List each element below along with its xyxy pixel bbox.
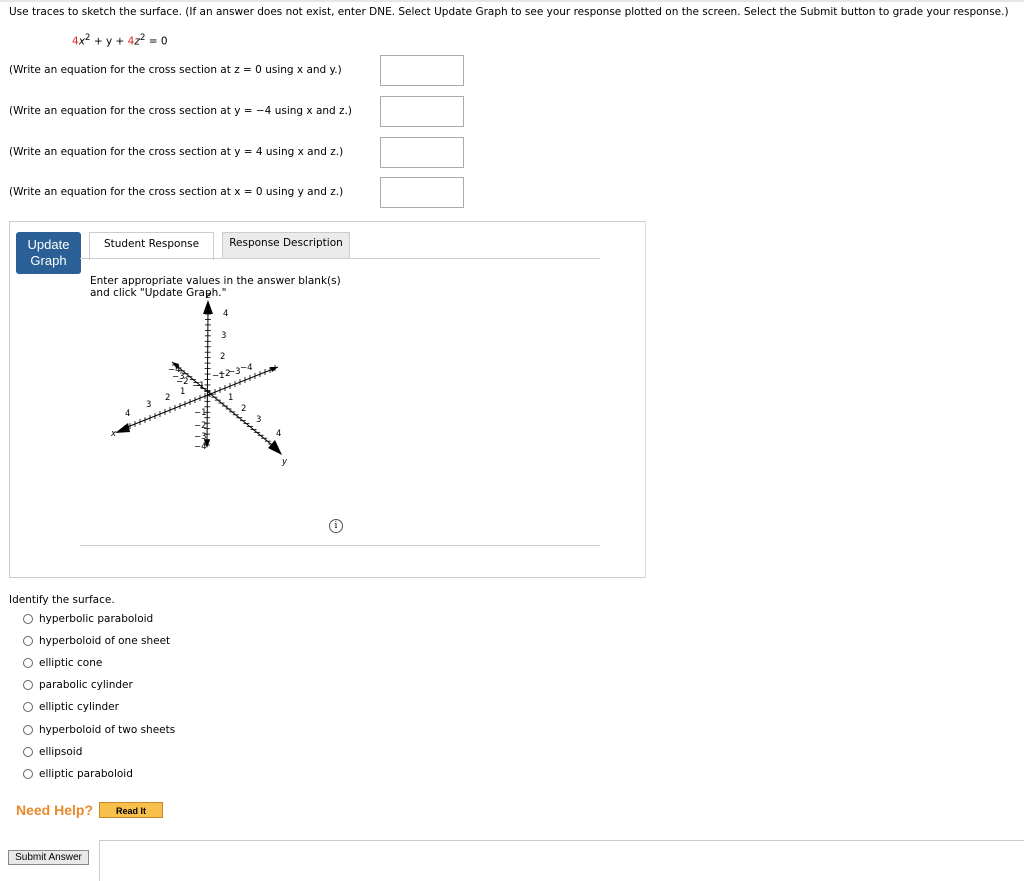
svg-text:3: 3 — [221, 331, 226, 341]
update-graph-button[interactable]: Update Graph — [16, 232, 81, 274]
answer-input-3[interactable] — [380, 137, 464, 168]
answer-input-2[interactable] — [380, 96, 464, 127]
svg-text:−1: −1 — [194, 408, 207, 418]
radio-button[interactable] — [23, 680, 33, 691]
radio-option[interactable]: elliptic cylinder — [23, 701, 119, 713]
read-it-button[interactable]: Read It — [99, 802, 163, 818]
answer-input-4[interactable] — [380, 177, 464, 208]
svg-text:4: 4 — [276, 429, 281, 439]
svg-text:−2: −2 — [194, 421, 207, 431]
radio-option-label: hyperbolic paraboloid — [39, 613, 154, 625]
identify-label: Identify the surface. — [9, 594, 115, 606]
question-label: (Write an equation for the cross section… — [9, 105, 352, 117]
y-axis-label: y — [281, 457, 288, 467]
radio-button[interactable] — [23, 724, 33, 735]
instructions: Use traces to sketch the surface. (If an… — [9, 6, 1009, 18]
radio-button[interactable] — [23, 702, 33, 713]
radio-option-label: ellipsoid — [39, 745, 83, 758]
radio-button[interactable] — [23, 614, 33, 624]
radio-option[interactable]: ellipsoid — [23, 746, 82, 758]
tab-divider — [80, 258, 600, 259]
radio-button[interactable] — [23, 746, 33, 757]
radio-option[interactable]: elliptic paraboloid — [23, 768, 133, 780]
footer-box — [99, 840, 1024, 881]
z-axis-label: z — [206, 291, 211, 301]
radio-option-label: elliptic paraboloid — [39, 767, 133, 780]
top-divider — [0, 0, 1024, 2]
radio-option-label: parabolic cylinder — [39, 679, 133, 692]
radio-button[interactable] — [23, 636, 33, 647]
radio-option[interactable]: elliptic cone — [23, 657, 102, 669]
question-label: (Write an equation for the cross section… — [9, 186, 344, 198]
svg-text:−1: −1 — [192, 381, 205, 391]
radio-button[interactable] — [23, 768, 33, 779]
answer-input-1[interactable] — [380, 55, 464, 86]
svg-text:2: 2 — [165, 393, 170, 403]
graph-bottom-divider — [80, 545, 600, 546]
radio-option[interactable]: hyperbolic paraboloid — [23, 613, 153, 625]
radio-option-label: hyperboloid of two sheets — [39, 723, 176, 736]
radio-option-label: elliptic cone — [39, 657, 103, 670]
info-icon[interactable]: i — [329, 519, 343, 533]
x-arrow — [115, 423, 130, 433]
tab-response-description[interactable]: Response Description — [222, 232, 350, 259]
radio-option-label: hyperboloid of one sheet — [39, 635, 171, 648]
svg-text:2: 2 — [241, 404, 246, 414]
svg-text:3: 3 — [256, 415, 261, 425]
svg-text:4: 4 — [223, 309, 228, 319]
radio-option-label: elliptic cylinder — [39, 701, 119, 714]
y-arrow — [268, 440, 282, 455]
radio-option[interactable]: hyperboloid of one sheet — [23, 635, 170, 647]
radio-button[interactable] — [23, 658, 33, 669]
radio-option[interactable]: hyperboloid of two sheets — [23, 724, 175, 736]
svg-text:−4: −4 — [240, 363, 253, 373]
svg-text:2: 2 — [220, 352, 225, 362]
radio-option[interactable]: parabolic cylinder — [23, 679, 133, 691]
svg-text:1: 1 — [228, 393, 233, 403]
submit-answer-button[interactable]: Submit Answer — [8, 850, 89, 865]
need-help-label: Need Help? — [16, 802, 94, 818]
x-neg-arrow — [270, 367, 278, 372]
svg-text:1: 1 — [180, 387, 185, 397]
x-axis-label: x — [110, 429, 117, 439]
svg-text:−4: −4 — [194, 442, 207, 452]
equation: 4x2 + y + 4z2 = 0 — [72, 33, 168, 48]
svg-text:−3: −3 — [194, 432, 207, 442]
tab-student-response[interactable]: Student Response — [89, 232, 214, 260]
question-label: (Write an equation for the cross section… — [9, 64, 342, 76]
question-label: (Write an equation for the cross section… — [9, 146, 344, 158]
svg-text:3: 3 — [146, 400, 151, 410]
svg-text:−3: −3 — [228, 367, 241, 377]
3d-axes-graph[interactable]: z x y 432 −1−2−3−4 4321 1234 −4−3−2 −1 −1… — [100, 290, 300, 470]
svg-text:−2: −2 — [176, 377, 189, 387]
svg-text:4: 4 — [125, 409, 130, 419]
z-arrow — [203, 300, 213, 314]
